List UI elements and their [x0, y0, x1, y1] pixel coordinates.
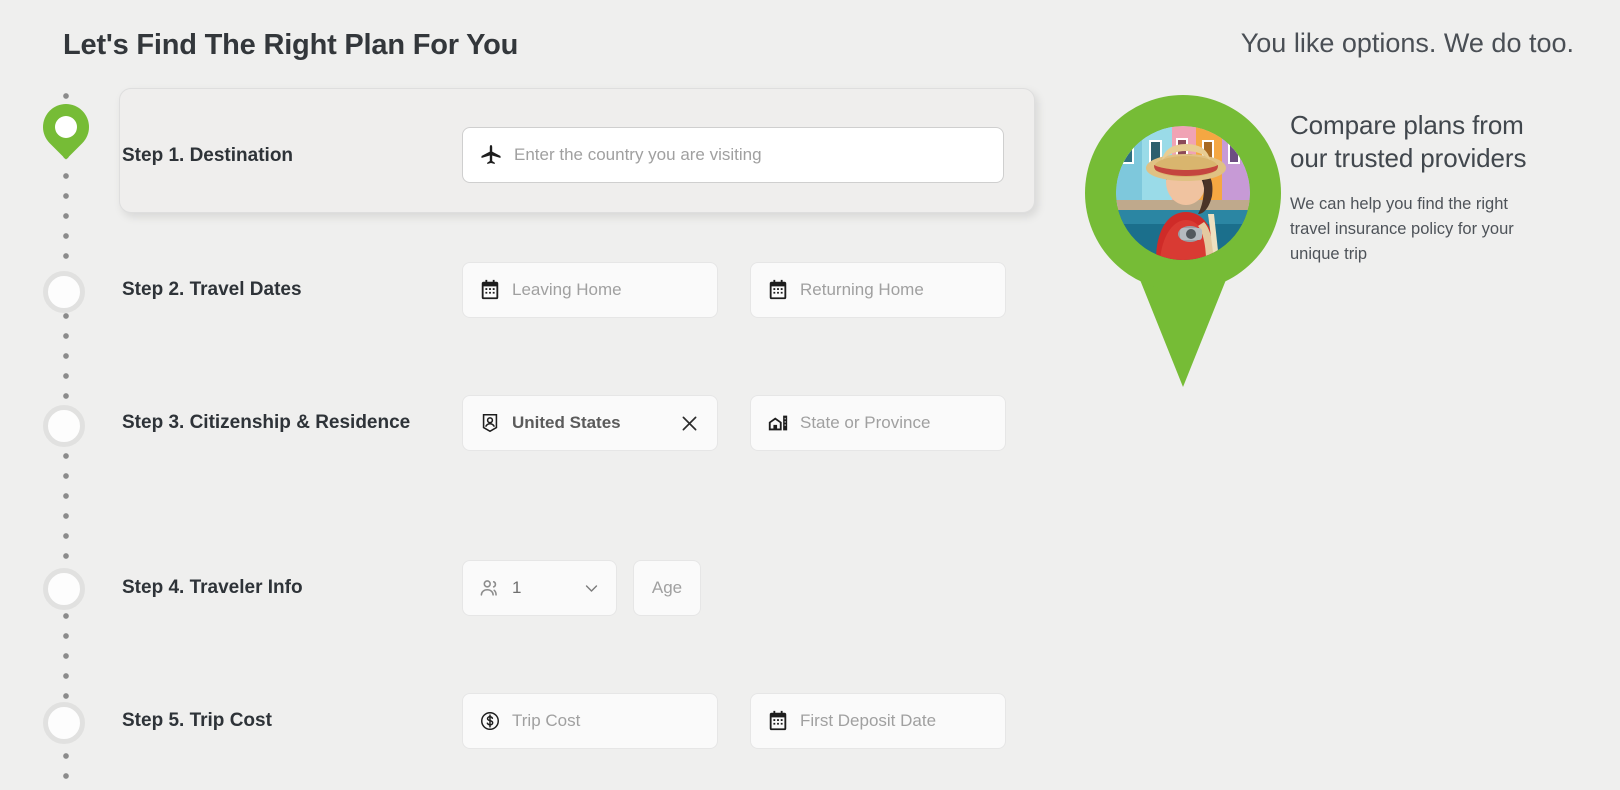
promo-title: Compare plans from our trusted providers [1290, 110, 1527, 173]
clear-citizenship-icon[interactable] [677, 411, 701, 435]
step-1-label: Step 1. Destination [122, 145, 294, 166]
traveler-age-input[interactable]: Age [633, 560, 701, 616]
page-title: Let's Find The Right Plan For You [63, 29, 519, 61]
travelers-icon [479, 577, 501, 599]
step-marker-2[interactable] [43, 271, 85, 313]
returning-home-date-input[interactable]: Returning Home [750, 262, 1006, 318]
first-deposit-placeholder: First Deposit Date [800, 711, 937, 730]
first-deposit-date-input[interactable]: First Deposit Date [750, 693, 1006, 749]
building-icon [767, 412, 789, 434]
map-pin-icon [33, 94, 99, 160]
tagline: You like options. We do too. [1240, 28, 1574, 58]
step-marker-4[interactable] [43, 568, 85, 610]
step-3-label: Step 3. Citizenship & Residence [122, 412, 411, 433]
calendar-icon [767, 279, 789, 301]
passport-icon [479, 412, 501, 434]
chevron-down-icon[interactable] [583, 580, 600, 597]
returning-home-placeholder: Returning Home [800, 280, 924, 299]
step-progress-timeline [33, 86, 99, 786]
step-5-label: Step 5. Trip Cost [122, 710, 272, 731]
traveler-count-select[interactable]: 1 [462, 560, 617, 616]
airplane-icon [479, 143, 503, 167]
destination-placeholder: Enter the country you are visiting [514, 145, 762, 164]
step-marker-1-active[interactable] [33, 94, 99, 170]
trip-cost-placeholder: Trip Cost [512, 711, 581, 730]
promo-map-pin-icon [1085, 95, 1281, 387]
citizenship-value: United States [512, 413, 621, 432]
promo-subtitle: We can help you find the right travel in… [1290, 195, 1514, 263]
dollar-icon [479, 710, 501, 732]
trip-cost-input[interactable]: Trip Cost [462, 693, 718, 749]
woman-traveler-photo [1116, 126, 1250, 260]
leaving-home-date-input[interactable]: Leaving Home [462, 262, 718, 318]
traveler-age-placeholder: Age [651, 578, 683, 597]
citizenship-input[interactable]: United States [462, 395, 718, 451]
calendar-icon [479, 279, 501, 301]
state-province-placeholder: State or Province [800, 413, 931, 432]
destination-input[interactable]: Enter the country you are visiting [462, 127, 1004, 183]
state-province-input[interactable]: State or Province [750, 395, 1006, 451]
leaving-home-placeholder: Leaving Home [512, 280, 622, 299]
step-2-label: Step 2. Travel Dates [122, 279, 302, 300]
calendar-icon [767, 710, 789, 732]
step-marker-3[interactable] [43, 405, 85, 447]
traveler-count-value: 1 [512, 578, 522, 597]
step-marker-5[interactable] [43, 702, 85, 744]
travel-insurance-quote-form: Let's Find The Right Plan For You Step 1… [0, 0, 1620, 790]
step-4-label: Step 4. Traveler Info [122, 577, 303, 598]
